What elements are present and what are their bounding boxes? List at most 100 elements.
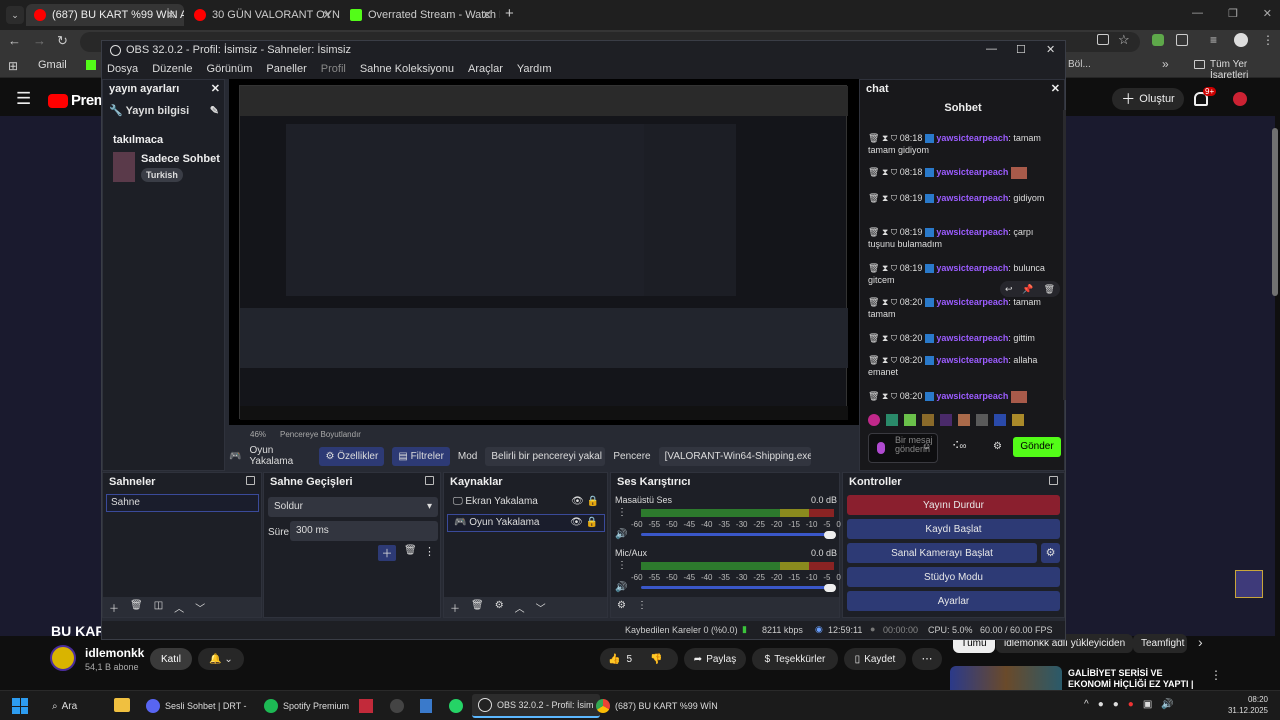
points-icon[interactable]: ⠪∞ (952, 441, 966, 452)
valorant-icon[interactable] (359, 699, 373, 713)
subscribe-bell-button[interactable]: 🔔 ⌄ (198, 648, 244, 670)
chat-message[interactable]: 🗑 ⧗ ⛉ 08:20 yawsictearpeach: gittim (868, 332, 1056, 344)
trash-icon[interactable]: 🗑 (404, 545, 417, 556)
volume-knob[interactable] (824, 584, 836, 592)
settings-icon[interactable]: ⚙ (617, 600, 626, 614)
chat-username[interactable]: yawsictearpeach (936, 333, 1008, 343)
close-icon[interactable]: ✕ (482, 8, 492, 22)
close-icon[interactable]: ✕ (322, 8, 332, 22)
send-button[interactable]: Gönder (1013, 437, 1061, 457)
app-icon[interactable] (390, 699, 404, 713)
reply-icon[interactable]: ↩ (1005, 284, 1013, 295)
user-avatar[interactable] (1233, 92, 1247, 106)
emote-icon[interactable] (904, 414, 916, 426)
more-vert-icon[interactable]: ⋮ (617, 560, 627, 571)
channel-avatar[interactable] (50, 645, 76, 671)
star-icon[interactable]: ☆ (1118, 32, 1130, 48)
volume-slider[interactable] (641, 586, 834, 589)
network-icon[interactable]: ▣ (1143, 699, 1152, 710)
timeout-icon[interactable]: ⧗ (882, 355, 888, 365)
shield-icon[interactable]: ⛉ (891, 263, 897, 273)
taskbar-search[interactable]: ⌕ Ara (52, 696, 100, 716)
chat-message[interactable]: 🗑 ⧗ ⛉ 08:20 yawsictearpeach: tamam tamam (868, 296, 1056, 320)
more-vert-icon[interactable]: ⋮ (617, 507, 627, 518)
chevron-up-icon[interactable]: ^ (1084, 699, 1089, 710)
preview-canvas[interactable] (229, 79, 859, 425)
mic-icon[interactable] (877, 442, 885, 454)
tray-app-icon[interactable]: ● (1098, 699, 1104, 710)
chip-teamfight[interactable]: Teamfight (1133, 634, 1187, 653)
fit-to-window[interactable]: Pencereye Boyutlandır (280, 430, 361, 439)
timeout-icon[interactable]: ⧗ (882, 193, 888, 203)
menu-help[interactable]: Yardım (517, 63, 552, 75)
chat-username[interactable]: yawsictearpeach (936, 193, 1008, 203)
trash-icon[interactable]: 🗑 (868, 263, 879, 273)
source-item[interactable]: 🎮 Oyun Yakalama 👁 🔒 (447, 514, 605, 532)
chat-scrollbar[interactable] (1063, 110, 1066, 400)
shield-icon[interactable]: ⛉ (891, 333, 897, 343)
browser-tab-2[interactable]: 30 GÜN VALORANT OYNAMAY ✕ (186, 4, 340, 26)
chat-username[interactable]: yawsictearpeach (936, 227, 1008, 237)
thanks-button[interactable]: $ Teşekkürler (752, 648, 838, 670)
shield-icon[interactable]: ⛉ (891, 167, 897, 177)
start-virtual-camera-button[interactable]: Sanal Kamerayı Başlat (847, 543, 1037, 563)
more-vert-icon[interactable]: ⋮ (1262, 33, 1274, 47)
properties-button[interactable]: ⚙ Özellikler (319, 446, 385, 466)
add-transition-button[interactable]: ＋ (378, 545, 396, 561)
emote-icon[interactable] (868, 414, 880, 426)
transition-select[interactable]: Soldur ▾ (268, 497, 438, 517)
menu-profile[interactable]: Profil (321, 63, 346, 75)
like-dislike-group[interactable]: 👍 5 👎 (600, 648, 678, 670)
eye-icon[interactable]: 👁 (571, 496, 584, 507)
scene-item[interactable]: Sahne (106, 494, 259, 512)
speaker-icon[interactable]: 🔊 (615, 529, 627, 540)
taskbar-spotify[interactable]: Spotify Premium (264, 696, 349, 716)
filters-button[interactable]: ▤ Filtreler (392, 446, 450, 466)
chevron-right-icon[interactable]: › (1198, 634, 1203, 650)
pin-icon[interactable]: 📌 (1022, 284, 1033, 295)
add-icon[interactable]: ＋ (109, 600, 119, 615)
app-icon[interactable] (420, 699, 432, 713)
recommended-thumbnail[interactable] (950, 666, 1062, 690)
filter-icon[interactable]: ◫ (154, 600, 163, 614)
timeout-icon[interactable]: ⧗ (882, 167, 888, 177)
chat-username[interactable]: yawsictearpeach (936, 391, 1008, 401)
window-select[interactable]: [VALORANT-Win64-Shipping.exe (658, 446, 811, 466)
chat-message[interactable]: 🗑 ⧗ ⛉ 08:20 yawsictearpeach: allaha eman… (868, 354, 1056, 378)
minimize-icon[interactable]: — (1192, 7, 1203, 20)
duration-spinbox[interactable]: 300 ms (290, 521, 438, 541)
browser-tab-3[interactable]: Overrated Stream - Watch Live ✕ (342, 4, 500, 26)
chat-username[interactable]: yawsictearpeach (936, 133, 1008, 143)
thumbs-up-icon[interactable]: 👍 (608, 654, 620, 665)
volume-knob[interactable] (824, 531, 836, 539)
more-vert-icon[interactable]: ⋮ (424, 545, 435, 558)
create-button[interactable]: ＋ Oluştur (1112, 88, 1184, 110)
scrollbar-thumb[interactable] (1272, 128, 1278, 296)
down-icon[interactable]: ﹀ (536, 600, 546, 615)
timeout-icon[interactable]: ⧗ (882, 297, 888, 307)
speaker-icon[interactable]: 🔊 (615, 582, 627, 593)
emoji-icon[interactable]: ☺ (922, 441, 931, 451)
chevron-right-icon[interactable]: » (1162, 57, 1169, 71)
browser-tab-1[interactable]: (687) BU KART %99 WİN ALDIRI ✕ (26, 4, 184, 26)
taskbar-chrome[interactable]: (687) BU KART %99 WİN (596, 696, 718, 716)
volume-icon[interactable]: 🔊 (1161, 699, 1173, 710)
menu-docks[interactable]: Paneller (266, 63, 306, 75)
new-tab-button[interactable]: + (505, 5, 514, 22)
channel-name[interactable]: idlemonkk (85, 646, 144, 660)
shield-icon[interactable]: ⛉ (891, 133, 897, 143)
emote-icon[interactable] (886, 414, 898, 426)
timeout-icon[interactable]: ⧗ (882, 263, 888, 273)
start-recording-button[interactable]: Kaydı Başlat (847, 519, 1060, 539)
down-icon[interactable]: ﹀ (195, 600, 205, 615)
trash-icon[interactable]: 🗑 (868, 133, 879, 143)
emote-icon[interactable] (922, 414, 934, 426)
chat-message[interactable]: 🗑 ⧗ ⛉ 08:18 yawsictearpeach (868, 166, 1056, 179)
clock[interactable]: 08:20 31.12.2025 (1226, 694, 1268, 716)
close-icon[interactable]: ✕ (1263, 7, 1272, 20)
timeout-icon[interactable]: ⧗ (882, 133, 888, 143)
hamburger-icon[interactable]: ☰ (16, 89, 31, 109)
tray-app-icon[interactable]: ● (1113, 699, 1119, 710)
menu-view[interactable]: Görünüm (207, 63, 253, 75)
trash-icon[interactable]: 🗑 (471, 600, 484, 614)
